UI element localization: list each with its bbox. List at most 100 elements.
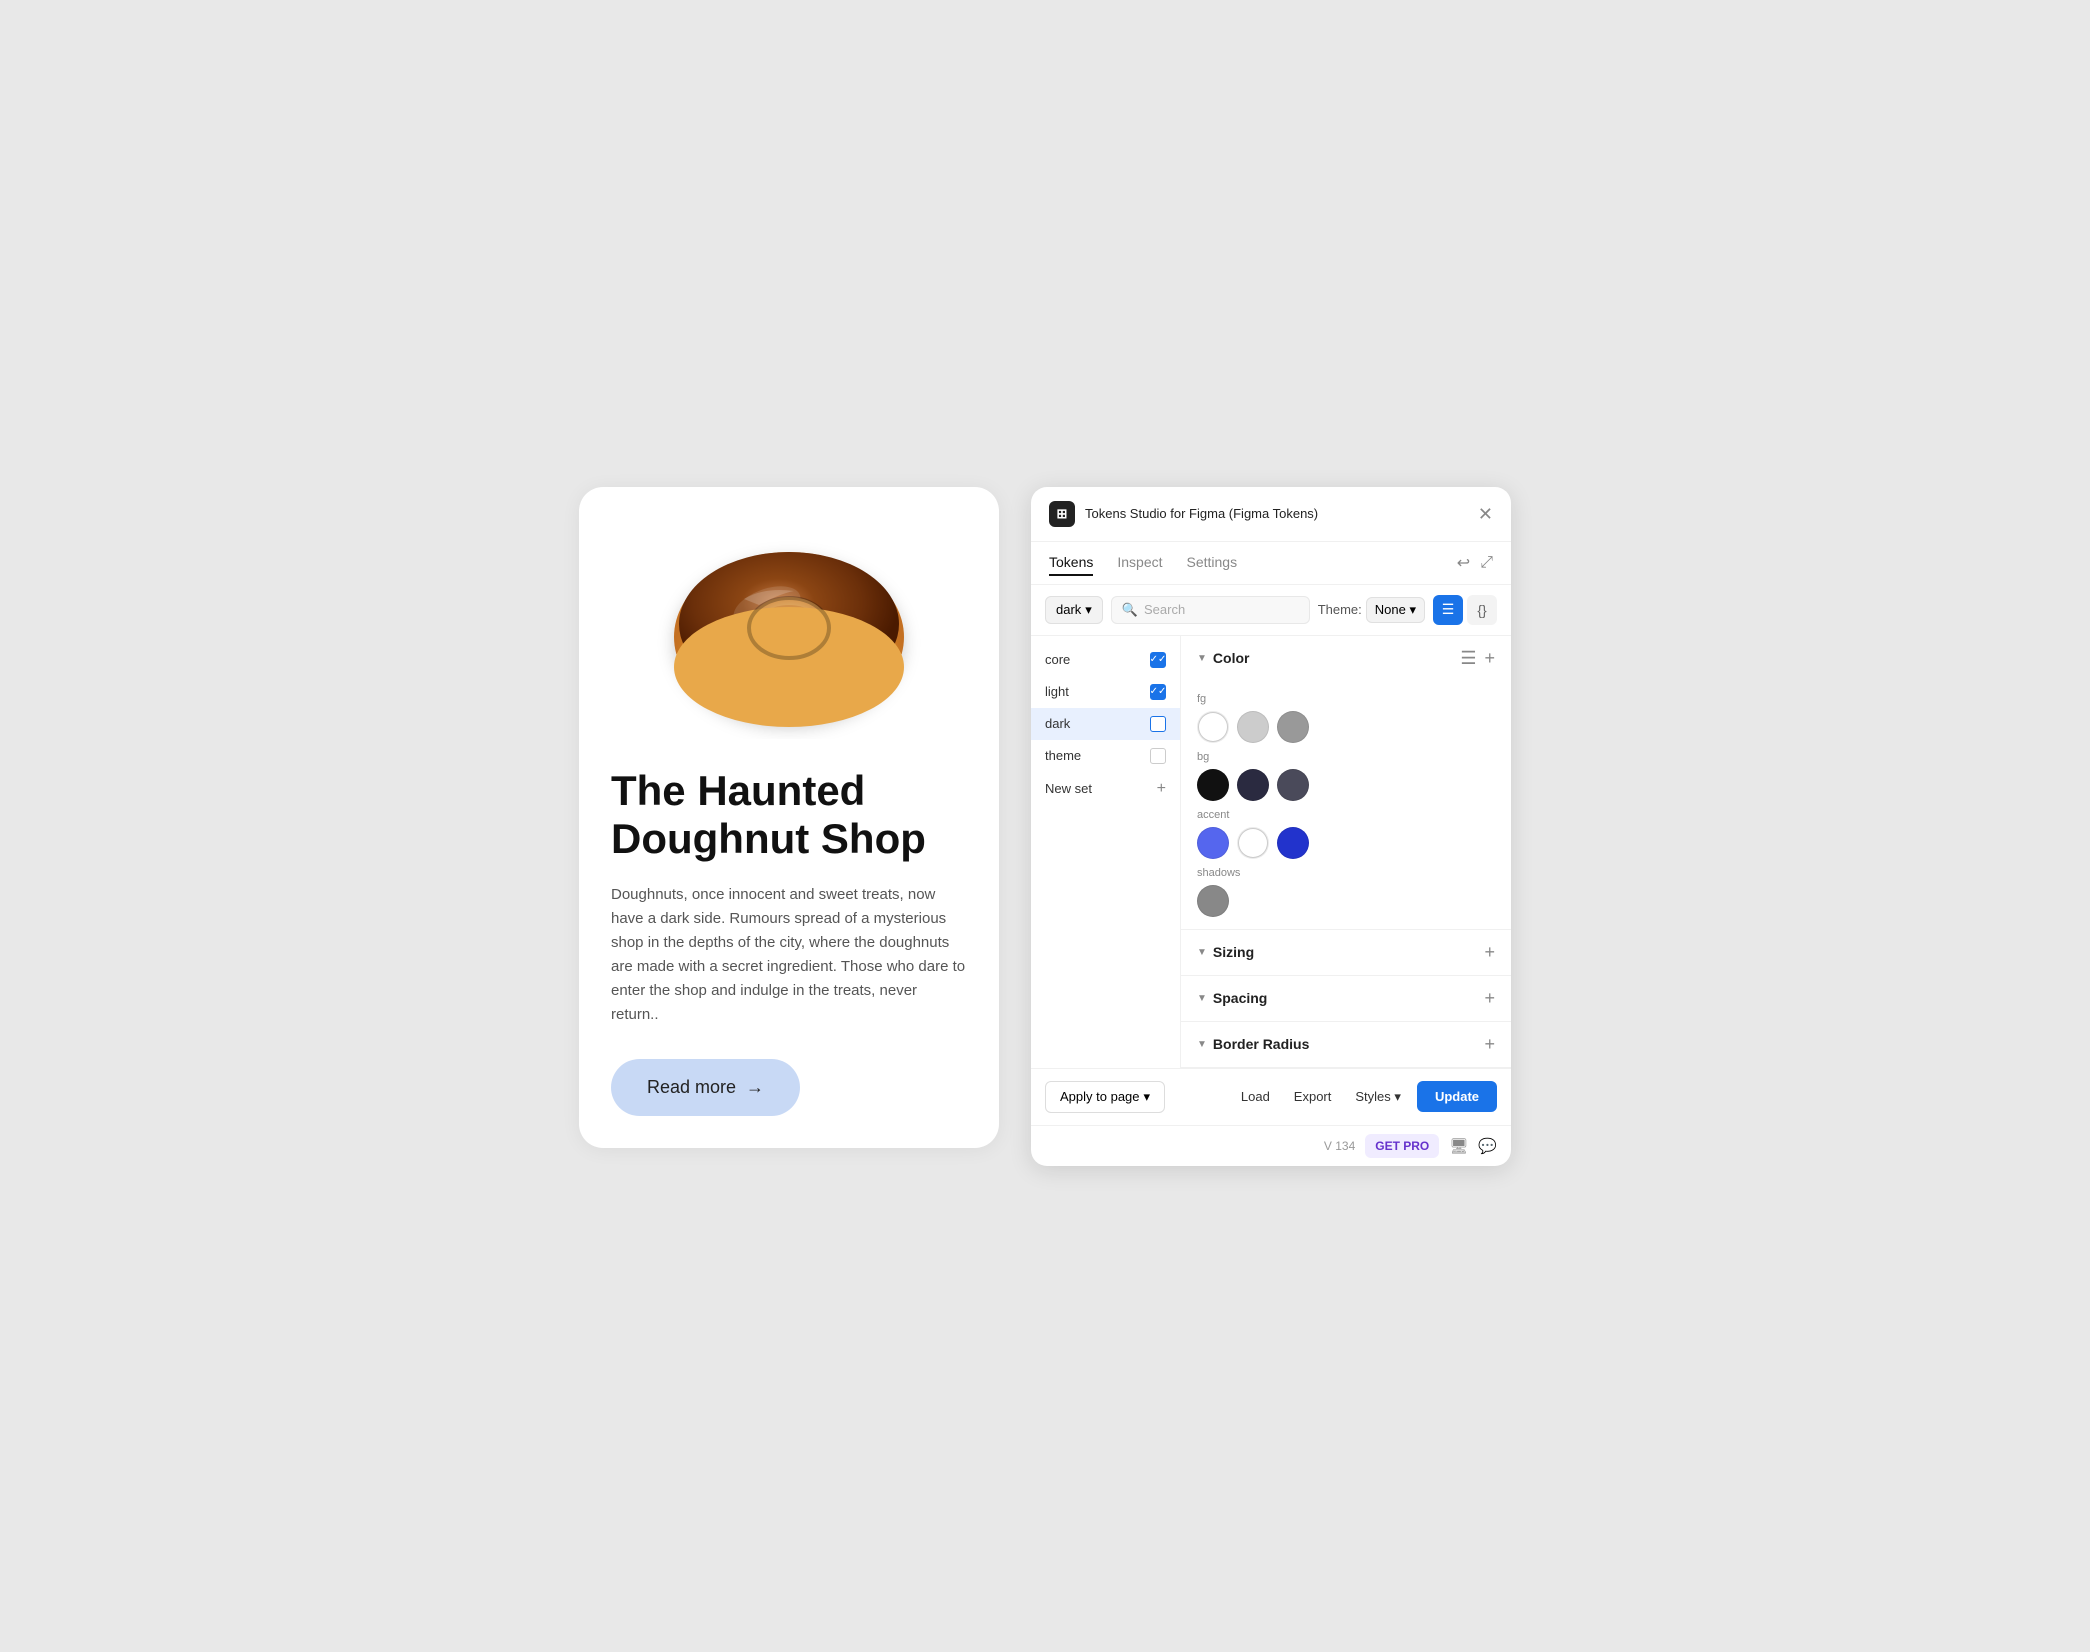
styles-button[interactable]: Styles ▾ [1347, 1083, 1409, 1111]
shadows-label: shadows [1197, 867, 1495, 879]
panel-toolbar: dark ▾ 🔍 Search Theme: None ▾ ☰ {} [1031, 585, 1511, 636]
expand-button[interactable]: ⤢ [1480, 554, 1493, 572]
accent-swatch-0[interactable] [1197, 827, 1229, 859]
fg-swatches [1197, 711, 1495, 743]
new-set-label: New set [1045, 781, 1092, 796]
styles-caret-icon: ▾ [1394, 1089, 1401, 1104]
bg-swatch-1[interactable] [1237, 769, 1269, 801]
card-body: Doughnuts, once innocent and sweet treat… [611, 883, 967, 1027]
panel-body: core ✓ light ✓ dark [1031, 636, 1511, 1068]
apply-to-page-button[interactable]: Apply to page ▾ [1045, 1081, 1165, 1113]
version-label: V 134 [1324, 1139, 1355, 1153]
dark-mode-dropdown[interactable]: dark ▾ [1045, 596, 1103, 624]
panel-tabs: Tokens Inspect Settings ↩ ⤢ [1031, 542, 1511, 585]
tab-inspect[interactable]: Inspect [1117, 550, 1162, 576]
core-checkbox[interactable]: ✓ [1150, 652, 1166, 668]
light-checkbox[interactable]: ✓ [1150, 684, 1166, 700]
sidebar-item-core[interactable]: core ✓ [1031, 644, 1180, 676]
read-more-label: Read more [647, 1077, 736, 1098]
list-view-button[interactable]: ☰ [1433, 595, 1463, 625]
accent-swatches [1197, 827, 1495, 859]
chat-icon-button[interactable]: 💬 [1478, 1137, 1497, 1155]
color-section: ▼ Color ☰ + fg [1181, 636, 1511, 930]
shadows-swatch-0[interactable] [1197, 885, 1229, 917]
color-section-label: Color [1213, 650, 1250, 666]
arrow-icon: → [746, 1077, 764, 1098]
monitor-icon-button[interactable]: 🖥 [1449, 1137, 1468, 1155]
theme-caret-icon: ▾ [1409, 602, 1416, 617]
theme-selector: Theme: None ▾ [1318, 597, 1425, 623]
panel-sidebar: core ✓ light ✓ dark [1031, 636, 1181, 1068]
theme-none-dropdown[interactable]: None ▾ [1366, 597, 1425, 623]
spacing-chevron-icon: ▼ [1197, 993, 1207, 1004]
update-button[interactable]: Update [1417, 1081, 1497, 1112]
get-pro-button[interactable]: GET PRO [1365, 1134, 1439, 1158]
theme-checkbox[interactable] [1150, 748, 1166, 764]
panel-main: ▼ Color ☰ + fg [1181, 636, 1511, 1068]
color-chevron-icon: ▼ [1197, 653, 1207, 664]
new-set-row[interactable]: New set + [1031, 772, 1180, 806]
theme-none-label: None [1375, 602, 1406, 617]
spacing-section-header[interactable]: ▼ Spacing + [1181, 976, 1511, 1021]
read-more-button[interactable]: Read more → [611, 1059, 800, 1116]
spacing-add-button[interactable]: + [1484, 988, 1495, 1009]
spacing-section: ▼ Spacing + [1181, 976, 1511, 1022]
tokens-studio-panel: ⊞ Tokens Studio for Figma (Figma Tokens)… [1031, 487, 1511, 1166]
undo-button[interactable]: ↩ [1457, 553, 1470, 573]
search-icon: 🔍 [1122, 602, 1138, 618]
color-section-header[interactable]: ▼ Color ☰ + [1181, 636, 1511, 681]
fg-swatch-2[interactable] [1277, 711, 1309, 743]
shadows-swatches [1197, 885, 1495, 917]
bg-swatch-2[interactable] [1277, 769, 1309, 801]
fg-swatch-0[interactable] [1197, 711, 1229, 743]
accent-swatch-1[interactable] [1237, 827, 1269, 859]
card-title: The Haunted Doughnut Shop [611, 767, 967, 864]
bg-swatches [1197, 769, 1495, 801]
sizing-add-button[interactable]: + [1484, 942, 1495, 963]
view-buttons: ☰ {} [1433, 595, 1497, 625]
sizing-section-label: Sizing [1213, 944, 1254, 960]
spacing-section-label: Spacing [1213, 990, 1267, 1006]
panel-bottom-bar: V 134 GET PRO 🖥 💬 [1031, 1125, 1511, 1166]
border-radius-section-header[interactable]: ▼ Border Radius + [1181, 1022, 1511, 1067]
json-view-button[interactable]: {} [1467, 595, 1497, 625]
panel-footer: Apply to page ▾ Load Export Styles ▾ Upd… [1031, 1068, 1511, 1125]
color-list-icon[interactable]: ☰ [1460, 648, 1476, 669]
panel-title: Tokens Studio for Figma (Figma Tokens) [1085, 506, 1318, 521]
sidebar-item-theme[interactable]: theme [1031, 740, 1180, 772]
accent-swatch-2[interactable] [1277, 827, 1309, 859]
sidebar-item-light[interactable]: light ✓ [1031, 676, 1180, 708]
new-set-plus-icon: + [1157, 780, 1166, 798]
close-button[interactable]: ✕ [1478, 505, 1493, 523]
border-radius-chevron-icon: ▼ [1197, 1039, 1207, 1050]
card: The Haunted Doughnut Shop Doughnuts, onc… [579, 487, 999, 1149]
sidebar-item-label-dark: dark [1045, 716, 1070, 731]
titlebar-left: ⊞ Tokens Studio for Figma (Figma Tokens) [1049, 501, 1318, 527]
sizing-section-header[interactable]: ▼ Sizing + [1181, 930, 1511, 975]
accent-label: accent [1197, 809, 1495, 821]
sidebar-item-dark[interactable]: dark [1031, 708, 1180, 740]
donut-container [611, 519, 967, 739]
fg-swatch-1[interactable] [1237, 711, 1269, 743]
border-radius-add-button[interactable]: + [1484, 1034, 1495, 1055]
dark-checkbox[interactable] [1150, 716, 1166, 732]
load-button[interactable]: Load [1233, 1083, 1278, 1110]
export-button[interactable]: Export [1286, 1083, 1340, 1110]
dark-label: dark [1056, 602, 1081, 617]
tab-settings[interactable]: Settings [1187, 550, 1238, 576]
app-icon: ⊞ [1049, 501, 1075, 527]
sizing-chevron-icon: ▼ [1197, 947, 1207, 958]
sidebar-item-label-theme: theme [1045, 748, 1081, 763]
color-section-body: fg bg ac [1181, 681, 1511, 929]
sidebar-item-label-core: core [1045, 652, 1070, 667]
color-add-button[interactable]: + [1484, 648, 1495, 669]
tab-tokens[interactable]: Tokens [1049, 550, 1093, 576]
apply-to-page-label: Apply to page [1060, 1089, 1140, 1104]
sidebar-item-label-light: light [1045, 684, 1069, 699]
apply-caret-icon: ▾ [1144, 1089, 1151, 1105]
bg-swatch-0[interactable] [1197, 769, 1229, 801]
search-box: 🔍 Search [1111, 596, 1310, 624]
tabs-right: ↩ ⤢ [1457, 553, 1493, 573]
bg-label: bg [1197, 751, 1495, 763]
panel-titlebar: ⊞ Tokens Studio for Figma (Figma Tokens)… [1031, 487, 1511, 542]
